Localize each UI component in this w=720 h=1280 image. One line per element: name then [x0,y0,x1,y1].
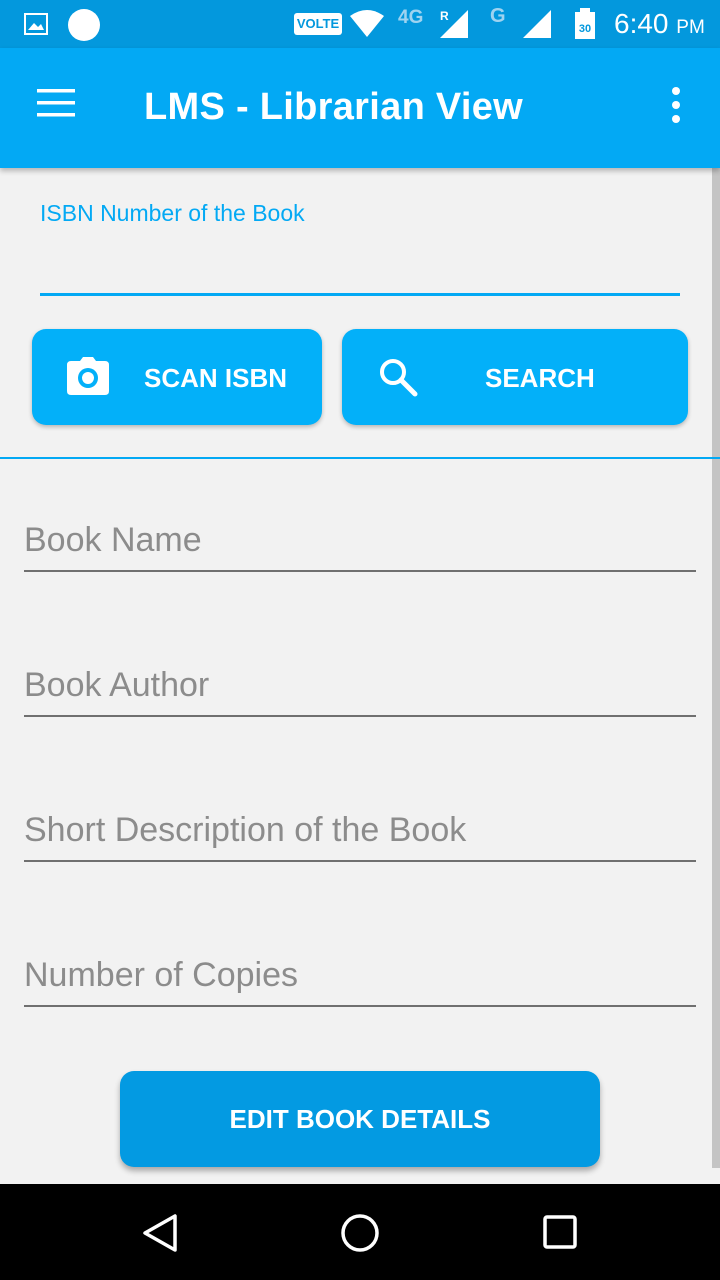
overflow-menu-button[interactable] [660,82,694,128]
gallery-notification-icon [24,13,48,35]
clock-time: 6:40 [614,8,669,39]
edit-book-details-button[interactable]: EDIT BOOK DETAILS [120,1071,600,1167]
volte-badge: VOLTE [294,13,342,35]
scrollbar[interactable] [712,168,720,1168]
back-triangle-icon [143,1214,177,1252]
status-bar: VOLTE 4G R G 30 6:40 PM [0,0,720,48]
back-button[interactable] [135,1208,185,1258]
book-name-field[interactable] [24,510,696,572]
app-title: LMS - Librarian View [144,86,524,128]
battery-icon: 30 [575,8,595,39]
circle-notification-icon [68,9,100,41]
navigation-bar [0,1184,720,1280]
wifi-icon [350,10,384,37]
clock: 6:40 PM [614,8,705,40]
camera-icon [67,357,109,395]
search-label: SEARCH [485,363,595,393]
home-button[interactable] [335,1208,385,1258]
search-button[interactable]: SEARCH [342,329,688,425]
app-bar: LMS - Librarian View [0,48,720,168]
search-icon [380,359,418,397]
signal-strength-icon [440,10,468,38]
signal-strength-icon-2 [523,10,551,38]
more-vert-icon [672,87,680,123]
menu-button[interactable] [28,78,84,128]
number-of-copies-field[interactable] [24,945,696,1007]
book-author-field[interactable] [24,655,696,717]
network-g-label: G [490,5,506,27]
battery-level: 30 [579,23,591,35]
recents-square-icon [543,1215,577,1249]
hamburger-menu-icon [37,89,75,117]
home-circle-icon [341,1214,379,1252]
clock-ampm: PM [676,17,705,38]
section-divider [0,457,720,459]
network-4g-label: 4G [398,7,424,28]
isbn-input[interactable] [40,238,680,296]
short-description-field[interactable] [24,800,696,862]
recents-button[interactable] [535,1208,585,1258]
scan-isbn-button[interactable]: SCAN ISBN [32,329,322,425]
isbn-label: ISBN Number of the Book [40,200,305,226]
main-content: ISBN Number of the Book SCAN ISBN SEARCH… [0,168,720,1184]
scan-isbn-label: SCAN ISBN [144,363,288,393]
